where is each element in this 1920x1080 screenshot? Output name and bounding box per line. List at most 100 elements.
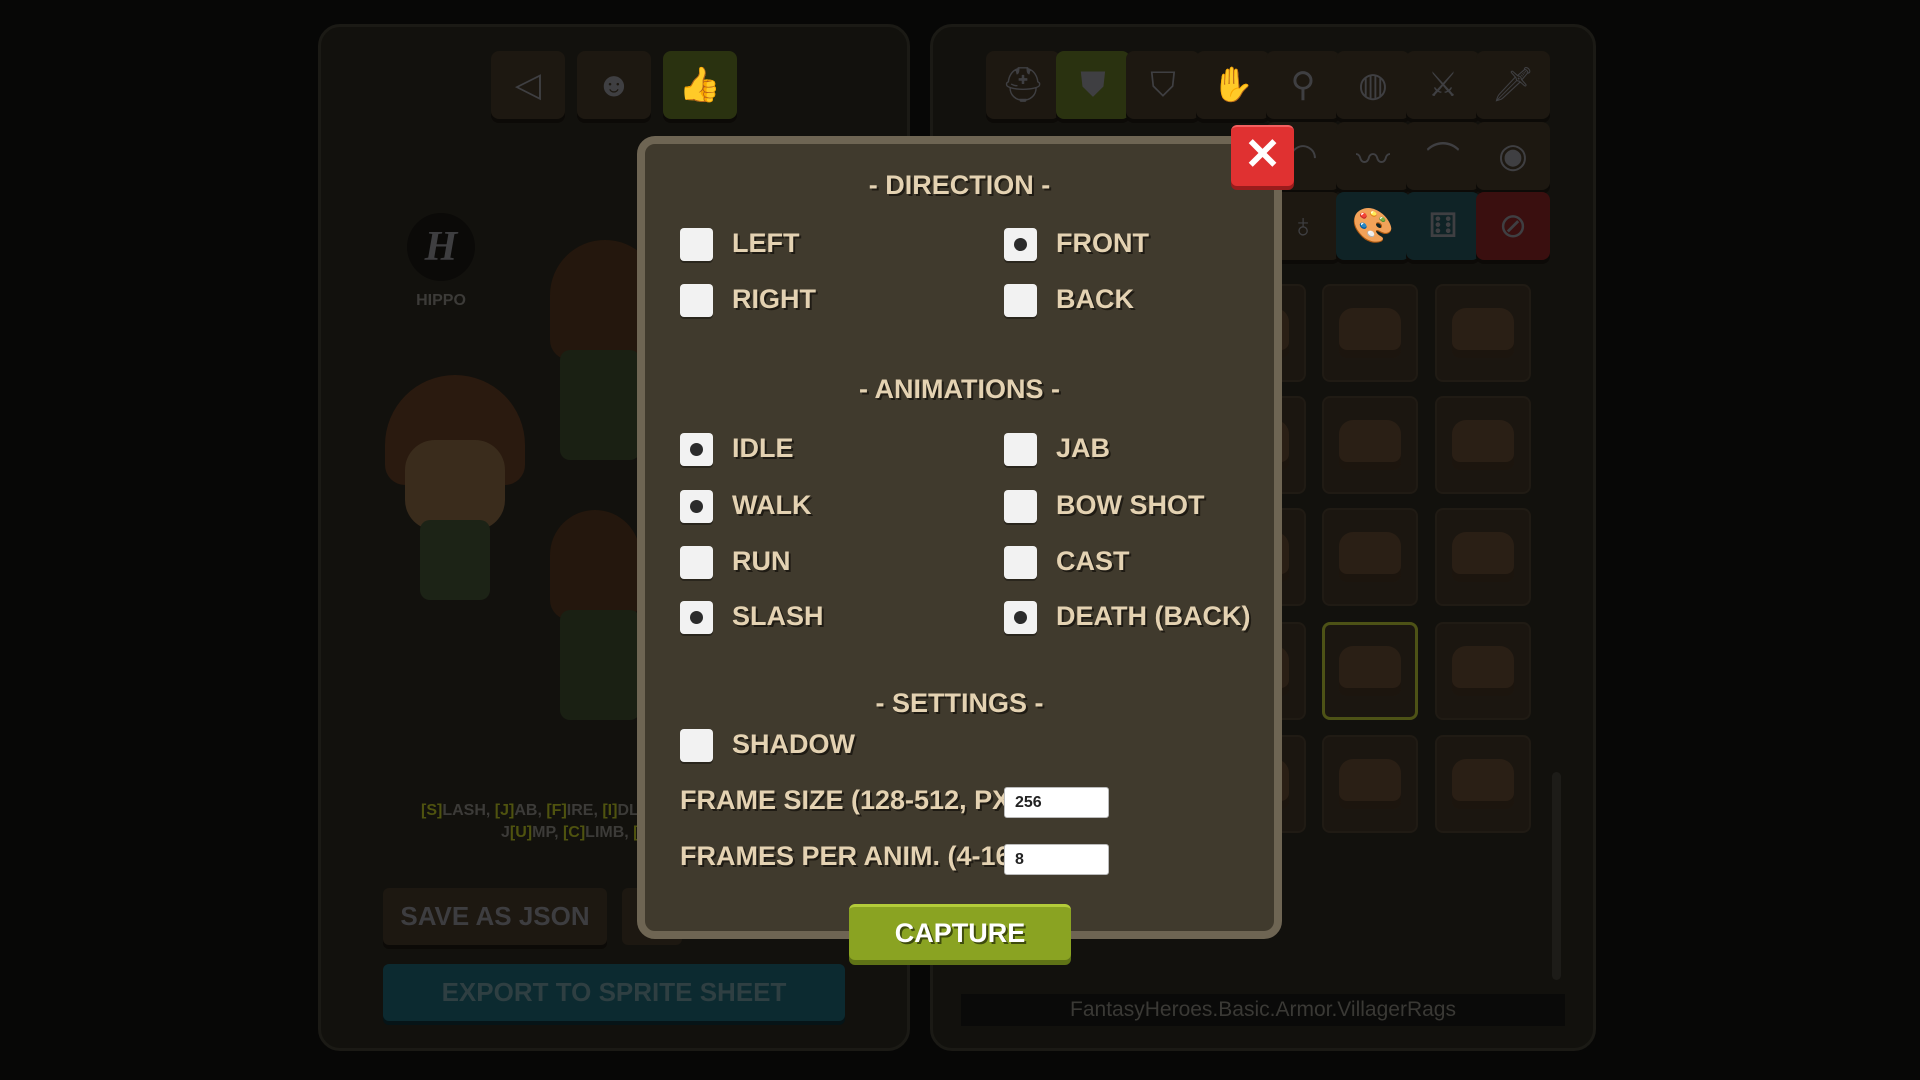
frame-size-input[interactable] [1004,787,1109,818]
cast-label: CAST [1056,546,1130,576]
hippo-logo[interactable]: H [407,213,475,281]
earrings-icon: ♁ [1290,206,1316,245]
unity-button[interactable]: ◁ [491,51,565,119]
export-sprite-sheet-button[interactable]: EXPORT TO SPRITE SHEET [383,964,845,1021]
left-checkbox[interactable] [680,228,713,261]
close-button[interactable]: ✕ [1231,125,1294,186]
category-eye[interactable]: ◉ [1476,122,1550,190]
armor-thumbnail [1452,532,1514,582]
hotkey-text: [C] [562,824,586,841]
hotkey-text: [U] [509,824,533,841]
armor-thumbnail [1452,646,1514,696]
armor-item[interactable] [1435,284,1531,382]
right-checkbox[interactable] [680,284,713,317]
eye-icon: ◉ [1498,137,1528,175]
front-checkbox[interactable] [1004,228,1037,261]
back-checkbox[interactable] [1004,284,1037,317]
category-forbidden[interactable]: ⊘ [1476,192,1550,260]
hotkey-text: [S] [421,802,443,819]
checked-indicator [690,611,703,624]
vest-icon: ⛉ [1150,65,1176,104]
save-as-json-button[interactable]: SAVE AS JSON [383,888,607,945]
slash-checkbox[interactable] [680,601,713,634]
category-helmet[interactable]: ⛑ [986,51,1060,119]
walk-checkbox[interactable] [680,490,713,523]
hotkeys-hint: [S]LASH, [J]AB, [F]IRE, [I]DLE, J[U]MP, … [421,800,654,844]
forbidden-icon: ⊘ [1498,207,1528,245]
slash-label: SLASH [732,601,824,631]
cast-checkbox[interactable] [1004,546,1037,579]
frames-per-anim-label: FRAMES PER ANIM. (4-16) [680,841,1020,871]
frames-per-anim-input[interactable] [1004,844,1109,875]
unity-icon: ◁ [514,66,542,104]
armor-item[interactable] [1322,396,1418,494]
discord-button[interactable]: ☻ [577,51,651,119]
death-back-label: DEATH (BACK) [1056,601,1251,631]
checked-indicator [690,443,703,456]
jab-label: JAB [1056,433,1111,463]
hotkey-text: AB, [514,802,547,819]
armor-item[interactable] [1435,735,1531,833]
mustache-icon: 〰 [1356,140,1390,179]
hotkey-text: J [501,824,510,841]
armor-item[interactable] [1435,396,1531,494]
category-boots[interactable]: ⚲ [1266,51,1340,119]
hotkey-text: [F] [546,802,567,819]
idle-label: IDLE [732,433,794,463]
thumbs-up-button[interactable]: 👍 [663,51,737,119]
eyebrow-icon: ⌒ [1426,140,1460,179]
capture-label: CAPTURE [894,918,1026,948]
category-dice[interactable]: ⚅ [1406,192,1480,260]
bow-shot-checkbox[interactable] [1004,490,1037,523]
death-back-checkbox[interactable] [1004,601,1037,634]
discord-icon: ☻ [596,65,632,104]
direction-header: - DIRECTION - [868,170,1051,200]
jab-checkbox[interactable] [1004,433,1037,466]
logo-label: HIPPO [416,292,466,309]
armor-thumbnail [1339,308,1401,358]
bow-shot-label: BOW SHOT [1056,490,1205,520]
helmet-icon: ⛑ [1001,66,1045,104]
category-palette[interactable]: 🎨 [1336,192,1410,260]
armor-thumbnail [1452,308,1514,358]
armor-item[interactable] [1322,284,1418,382]
shadow-checkbox[interactable] [680,729,713,762]
armor-item[interactable] [1435,622,1531,720]
armor-thumbnail [1339,759,1401,809]
armor-item[interactable] [1322,508,1418,606]
category-dagger[interactable]: 🗡 [1476,51,1550,119]
armor-item[interactable] [1322,735,1418,833]
item-name-text: FantasyHeroes.Basic.Armor.VillagerRags [1070,998,1456,1021]
walk-label: WALK [732,490,812,520]
category-armor[interactable]: ⛊ [1056,51,1130,119]
category-vest[interactable]: ⛉ [1126,51,1200,119]
category-mustache[interactable]: 〰 [1336,122,1410,190]
palette-icon: 🎨 [1351,207,1395,245]
glove-icon: ✋ [1211,66,1255,104]
category-eyebrow[interactable]: ⌒ [1406,122,1480,190]
sword-icon: ⚔ [1427,66,1459,104]
capture-button[interactable]: CAPTURE [849,904,1071,960]
hotkey-text: [I] [602,802,618,819]
export-label: EXPORT TO SPRITE SHEET [441,977,787,1007]
item-list-scrollbar[interactable] [1552,772,1561,980]
category-shield[interactable]: ◍ [1336,51,1410,119]
armor-thumbnail [1339,646,1401,696]
frame-size-label: FRAME SIZE (128-512, PX) [680,785,1020,815]
front-label: FRONT [1056,228,1149,258]
armor-thumbnail [1452,759,1514,809]
armor-thumbnail [1339,532,1401,582]
armor-thumbnail [1339,420,1401,470]
shield-icon: ◍ [1358,66,1388,104]
thumbs-up-icon: 👍 [678,66,722,104]
capture-settings-dialog: - DIRECTION - LEFT FRONT RIGHT BACK - ANIMA… [637,136,1282,939]
armor-item[interactable] [1435,508,1531,606]
category-sword[interactable]: ⚔ [1406,51,1480,119]
selected-item-name: FantasyHeroes.Basic.Armor.VillagerRags [961,994,1565,1026]
hotkey-text: LASH, [442,802,495,819]
run-checkbox[interactable] [680,546,713,579]
armor-item[interactable] [1322,622,1418,720]
hotkey-text: LIMB, [585,824,634,841]
category-glove[interactable]: ✋ [1196,51,1270,119]
idle-checkbox[interactable] [680,433,713,466]
